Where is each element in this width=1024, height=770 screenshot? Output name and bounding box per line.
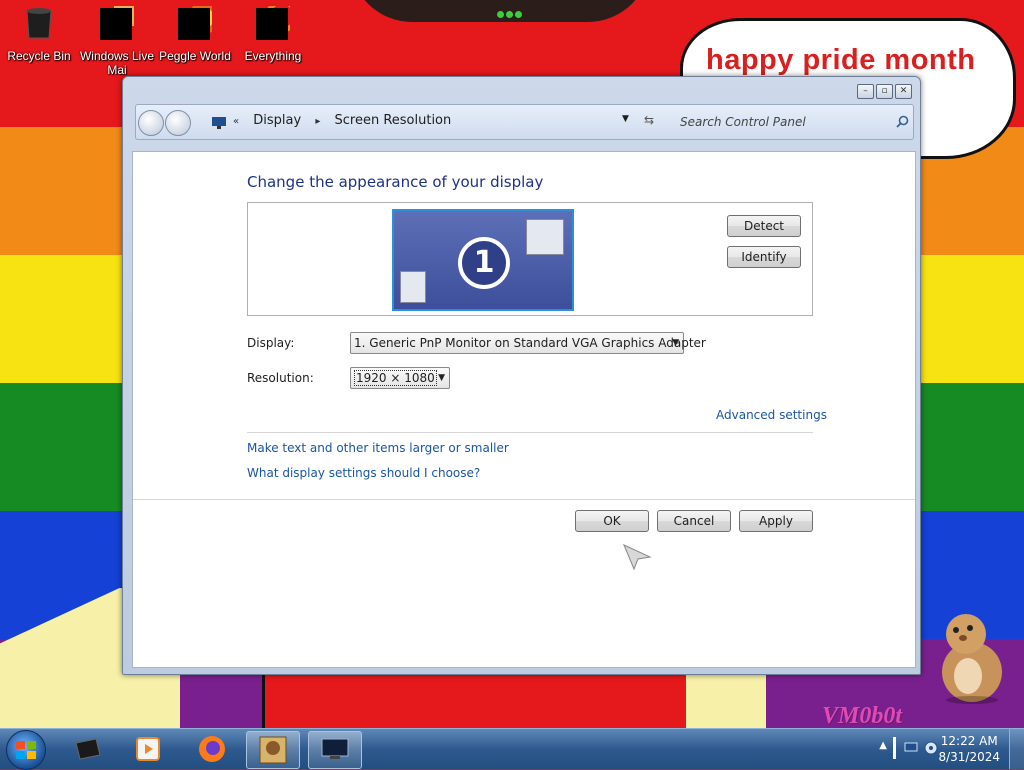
divider xyxy=(133,499,915,500)
taskbar-sandbox[interactable] xyxy=(246,731,300,769)
breadcrumb-separator-icon[interactable]: ▸ xyxy=(315,116,320,127)
ok-button[interactable]: OK xyxy=(575,510,649,532)
display-select-value: 1. Generic PnP Monitor on Standard VGA G… xyxy=(354,336,706,350)
wallpaper-green-dots xyxy=(497,7,527,18)
monitor-1-preview[interactable]: 1 xyxy=(392,209,574,311)
divider xyxy=(247,432,813,433)
everything-icon xyxy=(256,0,299,40)
detect-button[interactable]: Detect xyxy=(727,215,801,237)
address-dropdown-icon[interactable]: ▼ xyxy=(622,114,629,124)
refresh-icon[interactable]: ⇆ xyxy=(644,113,654,127)
mouse-cursor-icon xyxy=(623,544,652,571)
tray-divider xyxy=(893,737,896,759)
chevron-down-icon: ▼ xyxy=(438,373,445,383)
network-icon[interactable] xyxy=(904,742,918,754)
desktop-icon-peggle-world[interactable]: Peggle World xyxy=(156,2,234,63)
clock-date: 8/31/2024 xyxy=(938,750,1000,764)
resolution-select-value: 1920 × 1080 xyxy=(354,370,437,386)
firefox-icon xyxy=(199,736,225,762)
taskbar-media-center[interactable] xyxy=(62,731,114,767)
wallpaper-watermark: VM0b0t xyxy=(822,703,903,729)
text-size-link[interactable]: Make text and other items larger or smal… xyxy=(247,441,509,455)
taskbar-media-player[interactable] xyxy=(122,731,174,767)
page-title: Change the appearance of your display xyxy=(247,173,544,191)
clock-time: 12:22 AM xyxy=(940,734,998,748)
taskbar-firefox[interactable] xyxy=(186,731,238,767)
media-player-icon xyxy=(136,737,160,761)
wallpaper-shape-middle xyxy=(262,673,718,728)
screen-resolution-window: – ▫ ✕ « Display ▸ Screen Resolution ▼ ⇆ … xyxy=(122,76,921,675)
breadcrumb-screen-resolution[interactable]: Screen Resolution xyxy=(335,113,452,128)
display-select[interactable]: 1. Generic PnP Monitor on Standard VGA G… xyxy=(350,332,706,354)
monitor-number: 1 xyxy=(458,237,510,289)
wallpaper-shape-right xyxy=(686,673,766,728)
search-input[interactable]: Search Control Panel xyxy=(680,115,806,129)
display-settings-icon xyxy=(321,738,349,759)
peggle-icon xyxy=(178,2,220,40)
display-label: Display: xyxy=(247,336,295,350)
sandbox-icon xyxy=(259,736,287,764)
desktop-icon-label: Recycle Bin xyxy=(7,49,71,63)
mini-window-icon xyxy=(400,271,426,303)
content-pane: Change the appearance of your display 1 … xyxy=(132,151,916,668)
media-center-icon xyxy=(75,738,101,760)
desktop-icon-windows-live-mail[interactable]: Windows Live Mai xyxy=(78,6,156,77)
show-desktop-button[interactable] xyxy=(1009,729,1024,769)
minimize-button[interactable]: – xyxy=(857,84,874,99)
taskbar-display-settings[interactable] xyxy=(308,731,362,769)
search-icon[interactable] xyxy=(896,115,909,128)
apply-button[interactable]: Apply xyxy=(739,510,813,532)
breadcrumb-overflow[interactable]: « xyxy=(233,116,239,127)
taskbar: ▲ 12:22 AM 8/31/2024 xyxy=(0,728,1024,770)
advanced-settings-link[interactable]: Advanced settings xyxy=(716,408,827,422)
cancel-button[interactable]: Cancel xyxy=(657,510,731,532)
hamster-icon xyxy=(942,614,1002,704)
chevron-down-icon: ▼ xyxy=(672,338,679,348)
maximize-button[interactable]: ▫ xyxy=(876,84,893,99)
desktop-icon-label: Everything xyxy=(244,49,302,63)
windows-logo-icon xyxy=(16,741,36,759)
start-button[interactable] xyxy=(6,730,46,770)
speech-bubble-text: happy pride month xyxy=(706,44,976,76)
breadcrumb: « Display ▸ Screen Resolution xyxy=(233,113,461,128)
desktop-icon-recycle-bin[interactable]: Recycle Bin xyxy=(0,6,78,63)
tray-expand-icon[interactable]: ▲ xyxy=(879,740,887,751)
breadcrumb-display[interactable]: Display xyxy=(253,113,301,128)
resolution-label: Resolution: xyxy=(247,371,314,385)
monitor-preview-area: 1 Detect Identify xyxy=(247,202,813,316)
recycle-bin-icon xyxy=(26,8,52,39)
close-button[interactable]: ✕ xyxy=(895,84,912,99)
control-panel-icon xyxy=(212,117,226,129)
desktop-icon-label: Windows Live Mai xyxy=(79,49,155,77)
mini-window-icon xyxy=(526,219,564,255)
volume-icon[interactable] xyxy=(924,740,938,756)
resolution-select[interactable]: 1920 × 1080 ▼ xyxy=(350,367,450,389)
forward-button[interactable] xyxy=(165,110,191,136)
windows-live-mail-icon xyxy=(100,6,134,40)
address-bar: « Display ▸ Screen Resolution ▼ ⇆ Search… xyxy=(135,104,914,140)
desktop-icon-everything[interactable]: Everything xyxy=(234,0,312,63)
back-button[interactable] xyxy=(138,110,164,136)
clock[interactable]: 12:22 AM 8/31/2024 xyxy=(938,733,1000,765)
display-help-link[interactable]: What display settings should I choose? xyxy=(247,466,480,480)
desktop-icon-label: Peggle World xyxy=(159,49,231,63)
identify-button[interactable]: Identify xyxy=(727,246,801,268)
window-controls: – ▫ ✕ xyxy=(857,84,912,99)
